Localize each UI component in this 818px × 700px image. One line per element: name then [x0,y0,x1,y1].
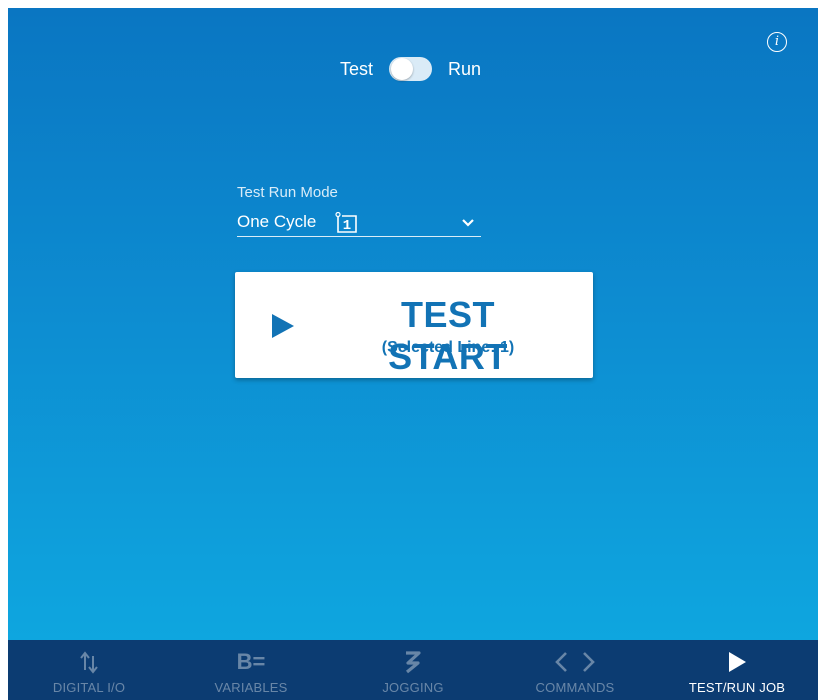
nav-label: COMMANDS [535,680,615,695]
select-label: Test Run Mode [237,184,338,201]
variables-icon: B= [170,640,332,674]
nav-item-variables[interactable]: B= VARIABLES [170,640,332,700]
variables-icon-text: B= [236,649,266,674]
nav-label: TEST/RUN JOB [688,680,786,695]
nav-item-test-run-job[interactable]: TEST/RUN JOB [656,640,818,700]
arrows-up-down-icon [8,640,170,674]
nav-item-jogging[interactable]: JOGGING [332,640,494,700]
main-panel: i Test Run Test Run Mode One Cycle 1 TES… [8,8,818,640]
code-brackets-icon [494,640,656,674]
nav-item-commands[interactable]: COMMANDS [494,640,656,700]
one-cycle-icon: 1 [334,211,358,234]
nav-label: VARIABLES [214,680,288,695]
select-value: One Cycle [237,212,317,231]
nav-label: DIGITAL I/O [52,680,126,695]
nav-label: JOGGING [382,680,444,695]
app-window: i Test Run Test Run Mode One Cycle 1 TES… [8,8,818,700]
toggle-label-test: Test [340,58,374,79]
selected-line-text: (Selected Line: 1) [381,339,515,356]
play-icon [270,312,296,345]
nav-item-digital-io[interactable]: DIGITAL I/O [8,640,170,700]
mode-switch[interactable] [389,57,433,81]
toggle-label-run: Run [448,58,482,79]
switch-knob [391,58,414,80]
test-run-toggle: Test Run [340,57,481,81]
chevron-down-icon [461,213,475,233]
test-run-mode-dropdown[interactable]: One Cycle 1 [237,208,481,237]
info-icon[interactable]: i [767,32,787,52]
jogging-icon [332,640,494,674]
start-title: TEST START [388,294,508,377]
bottom-nav: DIGITAL I/O B= VARIABLES JOGGING COMMAND… [8,640,818,700]
play-icon [656,640,818,674]
test-start-button[interactable]: TEST START (Selected Line: 1) [235,272,593,378]
cycle-badge: 1 [343,218,351,234]
test-run-mode-select: Test Run Mode One Cycle 1 [237,184,481,237]
